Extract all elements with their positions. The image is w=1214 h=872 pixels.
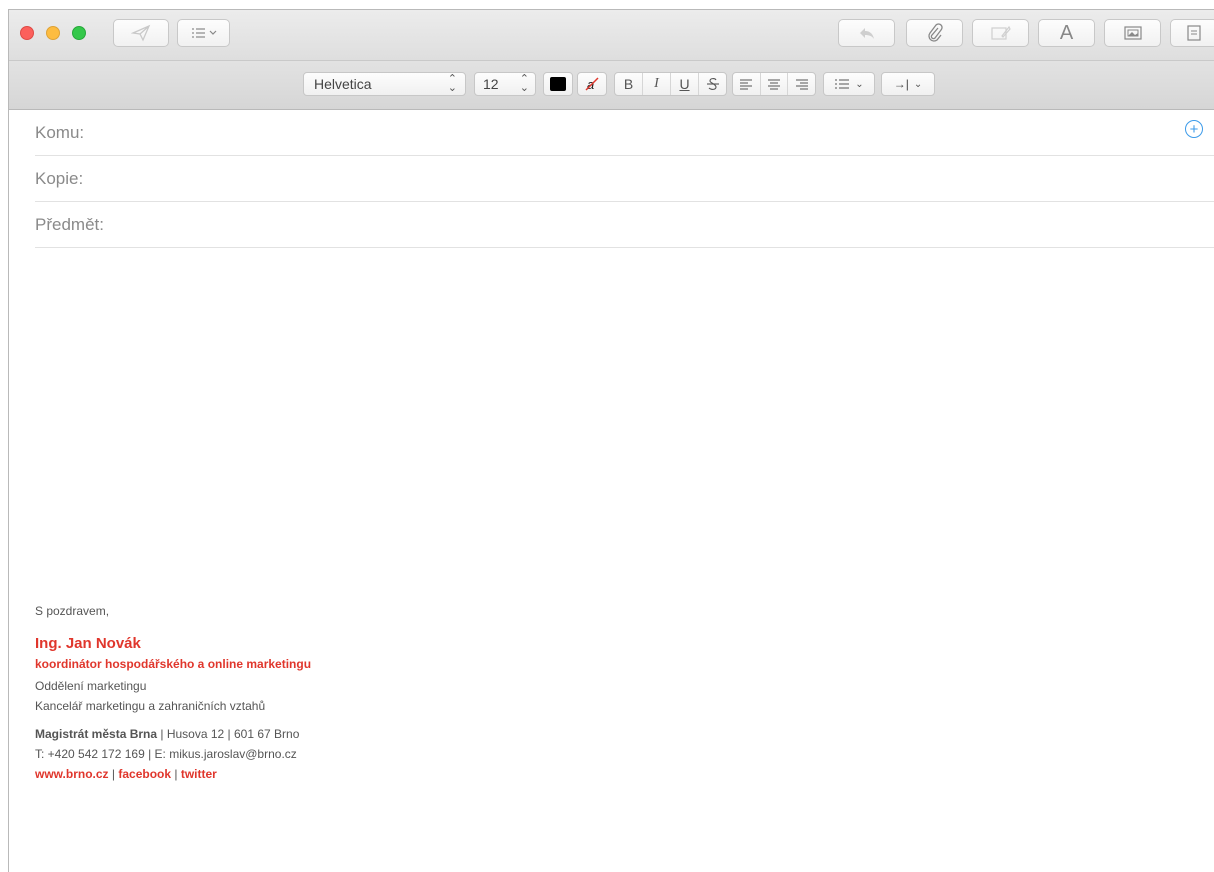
text-style-group: B I U <box>614 72 727 96</box>
background-color-button[interactable]: a <box>577 72 607 96</box>
font-size-select[interactable]: 12 ⌃ ⌄ <box>474 72 536 96</box>
paperclip-icon <box>927 23 943 42</box>
header-fields-menu-button[interactable] <box>177 19 230 47</box>
signature-org-address: | Husova 12 | 601 67 Brno <box>157 727 300 741</box>
paper-plane-icon <box>131 24 151 42</box>
send-button[interactable] <box>113 19 169 47</box>
email-signature: S pozdravem, Ing. Jan Novák koordinátor … <box>35 604 311 787</box>
link-separator: | <box>108 767 119 781</box>
text-color-button[interactable] <box>543 72 573 96</box>
italic-label: I <box>654 76 659 91</box>
attach-button[interactable] <box>906 19 963 47</box>
format-button[interactable]: A <box>1038 19 1095 47</box>
font-family-value: Helvetica <box>314 76 372 92</box>
twitter-link[interactable]: twitter <box>181 767 217 781</box>
bullet-list-icon <box>835 79 850 89</box>
chevron-down-icon: ⌄ <box>913 78 923 90</box>
web-link[interactable]: www.brno.cz <box>35 767 109 781</box>
bold-label: B <box>623 76 634 92</box>
align-center-icon <box>768 79 780 90</box>
sidebar-icon <box>1187 25 1201 41</box>
reply-button[interactable] <box>838 19 895 47</box>
format-bar: Helvetica ⌃⌄ 12 ⌃⌄ a B I U <box>9 61 1214 110</box>
signature-name: Ing. Jan Novák <box>35 635 141 652</box>
align-center-button[interactable] <box>761 73 789 95</box>
list-icon <box>191 28 216 38</box>
format-sidebar-button[interactable] <box>1170 19 1214 47</box>
cc-label: Kopie: <box>35 168 84 188</box>
facebook-link[interactable]: facebook <box>118 767 171 781</box>
photo-icon <box>1123 26 1142 40</box>
signature-links: www.brno.cz | facebook | twitter <box>35 767 311 781</box>
bold-button[interactable]: B <box>615 73 643 95</box>
updown-chevron-icon: ⌃ ⌄ <box>519 73 529 94</box>
signature-office: Kancelář marketingu a zahraničních vztah… <box>35 699 266 713</box>
compose-window: A Helvetica ⌃⌄ 12 ⌃⌄ a B I U <box>8 9 1214 872</box>
underline-label: U <box>679 76 690 92</box>
signature-contact: T: +420 542 172 169 | E: mikus.jaroslav@… <box>35 747 297 761</box>
signature-department: Oddělení marketingu <box>35 679 147 693</box>
chevron-down-icon: ⌄ <box>855 78 864 90</box>
signature-org-name: Magistrát města Brna <box>35 727 158 741</box>
align-right-button[interactable] <box>788 73 815 95</box>
strikethrough-icon <box>706 78 719 90</box>
font-a-icon: A <box>1059 21 1074 44</box>
font-size-value: 12 <box>483 76 499 92</box>
to-field-row[interactable]: Komu: + <box>35 110 1214 156</box>
title-toolbar: A <box>9 10 1214 61</box>
close-window-button[interactable] <box>20 26 34 40</box>
minimize-window-button[interactable] <box>46 26 60 40</box>
subject-field-row[interactable]: Předmět: <box>35 202 1214 248</box>
list-style-button[interactable]: ⌄ <box>823 72 875 96</box>
align-right-icon <box>795 79 808 90</box>
signature-greeting: S pozdravem, <box>35 604 110 618</box>
indent-icon: →| <box>893 77 909 91</box>
alignment-group <box>732 72 816 96</box>
add-contact-icon[interactable]: + <box>1185 120 1203 138</box>
align-left-icon <box>740 79 753 90</box>
reply-arrow-icon <box>859 28 874 39</box>
italic-button[interactable]: I <box>643 73 671 95</box>
photo-browser-button[interactable] <box>1104 19 1161 47</box>
markup-button[interactable] <box>972 19 1029 47</box>
color-swatch-icon <box>550 77 566 91</box>
signature-role: koordinátor hospodářského a online marke… <box>35 657 312 671</box>
subject-label: Předmět: <box>35 214 104 234</box>
zoom-window-button[interactable] <box>72 26 86 40</box>
signature-org-line: Magistrát města Brna | Husova 12 | 601 6… <box>35 727 311 741</box>
font-family-select[interactable]: Helvetica ⌃ ⌄ <box>303 72 466 96</box>
indent-button[interactable]: →| ⌄ <box>881 72 935 96</box>
no-highlight-icon: a <box>585 77 599 92</box>
to-label: Komu: <box>35 122 85 142</box>
cc-field-row[interactable]: Kopie: <box>35 156 1214 202</box>
link-separator: | <box>171 767 181 781</box>
align-left-button[interactable] <box>733 73 761 95</box>
markup-icon <box>990 25 1011 40</box>
updown-chevron-icon: ⌃ ⌄ <box>447 73 457 94</box>
underline-button[interactable]: U <box>671 73 699 95</box>
strikethrough-button[interactable] <box>699 73 726 95</box>
